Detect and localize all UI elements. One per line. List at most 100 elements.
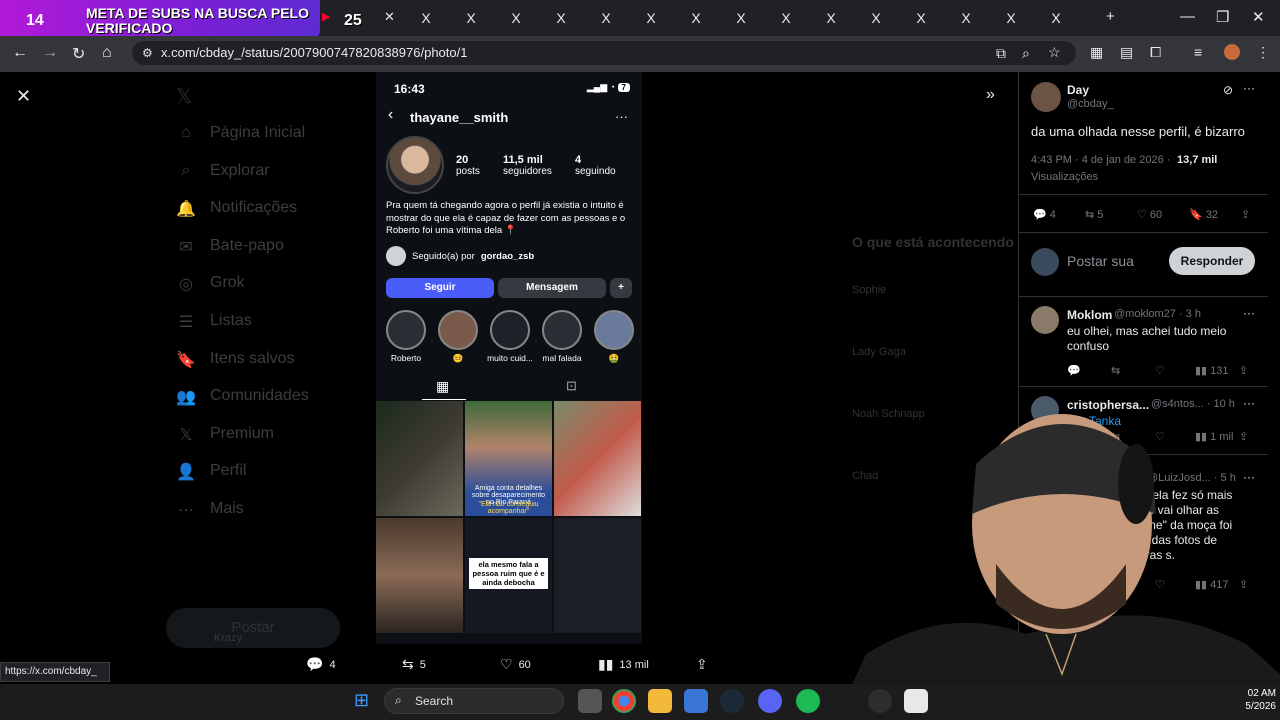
new-tab-icon[interactable]: + [1106, 8, 1115, 25]
taskbar-search[interactable]: ⌕ Search [384, 688, 564, 714]
browser-tab[interactable]: X [764, 6, 808, 30]
sidebar-item-icon: ☰ [178, 314, 194, 331]
extension-2-icon[interactable]: ▤ [1120, 44, 1133, 61]
task-view-icon[interactable] [578, 689, 602, 713]
reply-icon[interactable]: 💬 [1067, 364, 1111, 377]
browser-tab[interactable]: X [854, 6, 898, 30]
tweet-reply-action[interactable]: 💬 4 [1033, 208, 1085, 221]
menu-icon[interactable]: ⋮ [1256, 44, 1270, 61]
close-photo-icon[interactable]: ✕ [16, 86, 31, 107]
photo-views-action[interactable]: ▮▮ 13 mil [598, 656, 649, 673]
sidebar-item[interactable]: ☰ Listas [176, 312, 252, 332]
sidebar-item[interactable]: ⋯ Mais [176, 500, 244, 520]
my-avatar[interactable] [1031, 248, 1059, 276]
tweet-datetime[interactable]: 4:43 PM · 4 de jan de 2026 · [1031, 154, 1170, 166]
cast-icon[interactable]: ⧉ [996, 45, 1006, 62]
author-name[interactable]: Day [1067, 83, 1089, 97]
file-explorer-icon[interactable] [648, 689, 672, 713]
url-text[interactable]: x.com/cbday_/status/2007900747820838976/… [161, 45, 467, 60]
views-icon[interactable]: ▮▮ 131 [1195, 364, 1239, 377]
tweet-bookmark-action[interactable]: 🔖 32 [1189, 208, 1241, 221]
taskbar-clock[interactable]: 02 AM 5/2026 [1232, 687, 1276, 713]
browser-tab[interactable]: X [809, 6, 853, 30]
site-info-icon[interactable]: ⚙ [142, 46, 153, 60]
author-handle[interactable]: @cbday_ [1067, 98, 1114, 110]
browser-tab[interactable]: X [494, 6, 538, 30]
tweet-repost-action[interactable]: ⇆ 5 [1085, 208, 1137, 221]
sidebar-item[interactable]: 👥 Comunidades [176, 387, 309, 407]
sidebar-item[interactable]: 🔔 Notificações [176, 199, 297, 219]
repost-icon[interactable]: ⇆ [1111, 364, 1155, 377]
reading-list-icon[interactable]: ≡ [1194, 44, 1202, 60]
forward-icon[interactable]: → [42, 44, 58, 62]
sidebar-item[interactable]: ⌕ Explorar [176, 162, 270, 180]
trend-item[interactable]: Sophie [852, 284, 886, 296]
tweet-share-icon[interactable]: ⇪ [1241, 208, 1250, 221]
bookmark-star-icon[interactable]: ☆ [1048, 44, 1061, 61]
extension-icon[interactable]: ▦ [1090, 44, 1103, 61]
minimize-icon[interactable]: — [1180, 8, 1195, 25]
reload-icon[interactable]: ↻ [72, 44, 85, 64]
tweet-more-icon[interactable]: ··· [1243, 81, 1255, 95]
sidebar-item[interactable]: ✉ Bate-papo [176, 237, 284, 257]
app-icon[interactable] [868, 689, 892, 713]
reply-author-name[interactable]: Moklom [1067, 308, 1112, 322]
views-icon: ▮▮ [598, 656, 614, 672]
home-icon[interactable]: ⌂ [102, 44, 112, 62]
reply-handle[interactable]: @moklom27 · 3 h [1114, 308, 1201, 320]
maximize-icon[interactable]: ❐ [1216, 8, 1229, 26]
zoom-icon[interactable]: ⌕ [1022, 45, 1030, 62]
browser-tab[interactable]: X [539, 6, 583, 30]
windows-start-icon[interactable]: ⊞ [354, 690, 369, 711]
photo-share-action[interactable]: ⇪ [696, 656, 708, 673]
reply-avatar[interactable] [1031, 306, 1059, 334]
photo-like-action[interactable]: ♡ 60 [500, 656, 531, 673]
browser-tab[interactable]: X [404, 6, 448, 30]
sidebar-item[interactable]: 🔖 Itens salvos [176, 350, 294, 370]
sidebar-item[interactable]: 👤 Perfil [176, 462, 246, 482]
grok-icon[interactable]: ⊘ [1223, 83, 1233, 97]
close-window-icon[interactable]: ✕ [1252, 8, 1265, 26]
browser-tab[interactable]: X [989, 6, 1033, 30]
sidebar-item[interactable]: ◎ Grok [176, 274, 245, 294]
collapse-panel-icon[interactable]: » [986, 86, 995, 104]
chrome-icon[interactable] [612, 689, 636, 713]
reply-more-icon[interactable]: ··· [1243, 306, 1255, 320]
browser-tab[interactable]: X [944, 6, 988, 30]
sidebar-item[interactable]: ⌂ Página Inicial [176, 124, 305, 142]
sidebar-item[interactable]: 𝕏 Premium [176, 425, 274, 445]
ig-post-thumb: Amiga conta detalhes sobre desaparecimen… [465, 401, 552, 516]
app-2-icon[interactable] [904, 689, 928, 713]
post-button[interactable]: Postar [166, 608, 340, 648]
photo-reply-action[interactable]: 💬 4 [306, 656, 336, 673]
instagram-screenshot: 16:43 ▂▄▆ ◔ 7 ‹ thayane__smith ··· 20 pos… [376, 72, 642, 644]
browser-tab[interactable]: X [719, 6, 763, 30]
x-favicon-icon: X [736, 10, 746, 26]
tweet-like-action[interactable]: ♡ 60 [1137, 208, 1189, 221]
browser-tab[interactable]: X [1034, 6, 1078, 30]
author-avatar[interactable] [1031, 82, 1061, 112]
account-name[interactable]: Krazy [214, 632, 242, 644]
photo-repost-action[interactable]: ⇆ 5 [402, 656, 426, 673]
steam-icon[interactable] [720, 689, 744, 713]
browser-tab[interactable]: X [629, 6, 673, 30]
x-favicon-icon: X [556, 10, 566, 26]
extensions-puzzle-icon[interactable]: ⧠ [1150, 44, 1161, 61]
browser-tab[interactable]: X [584, 6, 628, 30]
reply-input[interactable]: Postar sua [1067, 253, 1134, 269]
profile-avatar[interactable] [1224, 44, 1240, 60]
discord-icon[interactable] [758, 689, 782, 713]
ig-story-caption: muito cuid... [487, 353, 533, 363]
reply-button[interactable]: Responder [1169, 247, 1255, 275]
browser-tab[interactable]: X [899, 6, 943, 30]
browser-tab[interactable]: X [449, 6, 493, 30]
spotify-icon[interactable] [796, 689, 820, 713]
store-icon[interactable] [684, 689, 708, 713]
trend-item[interactable]: Lady Gaga [852, 346, 906, 358]
heart-icon[interactable]: ♡ [1155, 364, 1195, 377]
share-icon[interactable]: ⇪ [1239, 364, 1248, 377]
x-logo-icon[interactable]: 𝕏 [176, 84, 192, 109]
browser-tab[interactable]: X [674, 6, 718, 30]
close-tab-icon[interactable]: ✕ [384, 9, 395, 25]
back-icon[interactable]: ← [12, 44, 28, 62]
